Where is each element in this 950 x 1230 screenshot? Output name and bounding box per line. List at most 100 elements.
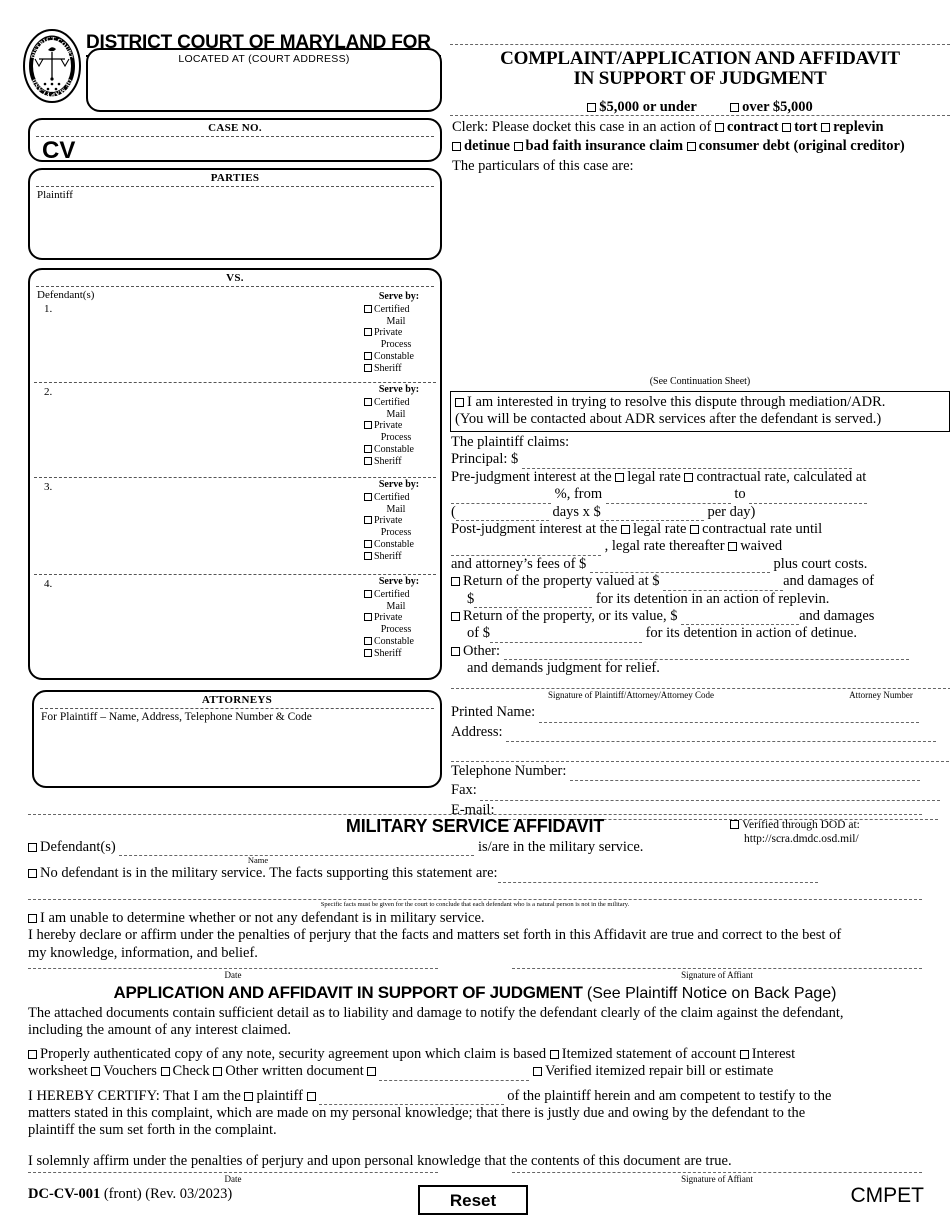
checkbox-icon[interactable]	[455, 398, 464, 407]
action-tort-option[interactable]: tort	[782, 119, 817, 135]
serve-by-group-3[interactable]: Serve by: Certified Mail Private Process…	[364, 479, 434, 563]
checkbox-icon[interactable]	[686, 141, 696, 151]
checkbox-icon[interactable]	[364, 444, 372, 453]
address-row-2[interactable]	[451, 742, 950, 762]
adr-box[interactable]: I am interested in trying to resolve thi…	[450, 391, 950, 433]
checkbox-icon[interactable]	[730, 820, 739, 829]
adr-line1[interactable]: I am interested in trying to resolve thi…	[455, 394, 945, 411]
application-certify-row1[interactable]: I HEREBY CERTIFY: That I am the plaintif…	[28, 1088, 922, 1105]
checkbox-icon[interactable]	[28, 1049, 37, 1059]
serve-by-group-1[interactable]: Serve by: Certified Mail Private Process…	[364, 291, 434, 375]
claims-attorney-fees-row[interactable]: and attorney’s fees of $ plus court cost…	[451, 556, 950, 574]
serve-private-1[interactable]: Private	[364, 327, 402, 338]
checkbox-icon[interactable]	[714, 123, 724, 132]
action-replevin-option[interactable]: replevin	[821, 119, 884, 135]
checkbox-icon[interactable]	[782, 123, 792, 132]
claims-thereafter-row[interactable]: , legal rate thereafter waived	[451, 538, 950, 556]
checkbox-icon[interactable]	[364, 648, 372, 657]
serve-certified-1[interactable]: Certified	[364, 304, 410, 315]
claims-other-row[interactable]: Other:	[451, 643, 950, 661]
serve-private-2[interactable]: Private	[364, 420, 402, 431]
checkbox-icon[interactable]	[684, 472, 694, 482]
checkbox-icon[interactable]	[364, 421, 372, 430]
checkbox-icon[interactable]	[213, 1067, 223, 1077]
checkbox-icon[interactable]	[821, 123, 831, 132]
checkbox-icon[interactable]	[364, 363, 372, 372]
checkbox-icon[interactable]	[615, 472, 625, 482]
claims-replevin-row1[interactable]: Return of the property valued at $ and d…	[451, 573, 950, 591]
case-no-box[interactable]: CASE NO. CV	[28, 118, 442, 164]
checkbox-icon[interactable]	[91, 1067, 101, 1077]
serve-sheriff-3[interactable]: Sheriff	[364, 551, 402, 562]
military-facts-rule[interactable]	[28, 898, 922, 900]
interest-to-input[interactable]	[749, 502, 868, 504]
checkbox-icon[interactable]	[364, 589, 372, 598]
checkbox-icon[interactable]	[620, 524, 630, 534]
checkbox-icon[interactable]	[364, 492, 372, 501]
military-unable-row[interactable]: I am unable to determine whether or not …	[28, 910, 922, 927]
serve-sheriff-2[interactable]: Sheriff	[364, 456, 402, 467]
checkbox-icon[interactable]	[364, 351, 372, 360]
checkbox-icon[interactable]	[364, 397, 372, 406]
checkbox-icon[interactable]	[364, 516, 372, 525]
dod-verification-block[interactable]: Verified through DOD at: http://scra.dmd…	[730, 818, 920, 847]
checkbox-icon[interactable]	[549, 1049, 559, 1059]
telephone-row[interactable]: Telephone Number:	[451, 762, 950, 782]
checkbox-icon[interactable]	[364, 539, 372, 548]
serve-private-3[interactable]: Private	[364, 515, 402, 526]
claims-days-row[interactable]: ( days x $ per day)	[451, 504, 950, 521]
checkbox-icon[interactable]	[306, 1091, 316, 1101]
checkbox-icon[interactable]	[690, 524, 700, 534]
checkbox-icon[interactable]	[28, 913, 37, 923]
checkbox-icon[interactable]	[364, 456, 372, 465]
checkbox-icon[interactable]	[364, 636, 372, 645]
serve-sheriff-4[interactable]: Sheriff	[364, 648, 402, 659]
claims-postjudgment-row[interactable]: Post-judgment interest at the legal rate…	[451, 521, 950, 538]
military-no-defendant-row[interactable]: No defendant is in the military service.…	[28, 865, 922, 883]
checkbox-icon[interactable]	[28, 843, 37, 852]
claims-prejudgment-row[interactable]: Pre-judgment interest at the legal rate …	[451, 469, 950, 486]
application-docs-row2[interactable]: worksheet Vouchers Check Other written d…	[28, 1063, 922, 1081]
military-facts-input-1[interactable]	[497, 881, 818, 883]
serve-constable-3[interactable]: Constable	[364, 539, 414, 550]
checkbox-icon[interactable]	[730, 103, 740, 112]
checkbox-icon[interactable]	[364, 304, 372, 313]
military-date-rule[interactable]	[28, 968, 438, 969]
reset-button[interactable]: Reset	[418, 1185, 528, 1215]
checkbox-icon[interactable]	[364, 613, 372, 622]
final-date-rule[interactable]	[28, 1172, 438, 1173]
serve-by-group-4[interactable]: Serve by: Certified Mail Private Process…	[364, 576, 434, 660]
checkbox-icon[interactable]	[532, 1067, 542, 1077]
serve-certified-3[interactable]: Certified	[364, 492, 410, 503]
claims-rate-from-to-row[interactable]: %, from to	[451, 486, 950, 504]
attorneys-box[interactable]: ATTORNEYS For Plaintiff – Name, Address,…	[32, 690, 442, 788]
checkbox-icon[interactable]	[28, 869, 37, 879]
action-detinue-option[interactable]: detinue	[452, 138, 510, 154]
other-document-input[interactable]	[379, 1079, 530, 1081]
particulars-input-area[interactable]	[450, 190, 950, 380]
serve-certified-4[interactable]: Certified	[364, 589, 410, 600]
checkbox-icon[interactable]	[587, 103, 597, 112]
checkbox-icon[interactable]	[739, 1049, 749, 1059]
action-consumerdebt-option[interactable]: consumer debt (original creditor)	[686, 138, 905, 154]
checkbox-icon[interactable]	[364, 551, 372, 560]
serve-by-group-2[interactable]: Serve by: Certified Mail Private Process…	[364, 384, 434, 468]
printed-name-row[interactable]: Printed Name:	[451, 703, 950, 723]
checkbox-icon[interactable]	[451, 611, 460, 621]
military-defendant-name-input[interactable]	[119, 855, 475, 857]
serve-constable-1[interactable]: Constable	[364, 351, 414, 362]
checkbox-icon[interactable]	[513, 141, 523, 151]
checkbox-icon[interactable]	[451, 577, 460, 587]
checkbox-icon[interactable]	[244, 1091, 254, 1101]
application-docs-row1[interactable]: Properly authenticated copy of any note,…	[28, 1046, 922, 1063]
checkbox-icon[interactable]	[364, 328, 372, 337]
checkbox-icon[interactable]	[160, 1067, 170, 1077]
address-row-1[interactable]: Address:	[451, 723, 950, 743]
amount-over-option[interactable]: over $5,000	[730, 99, 813, 115]
checkbox-icon[interactable]	[452, 141, 461, 151]
serve-certified-2[interactable]: Certified	[364, 397, 410, 408]
parties-box[interactable]: PARTIES Plaintiff	[28, 168, 442, 260]
checkbox-icon[interactable]	[728, 542, 738, 552]
final-affiant-rule[interactable]	[512, 1172, 922, 1173]
action-badfaith-option[interactable]: bad faith insurance claim	[513, 138, 683, 154]
